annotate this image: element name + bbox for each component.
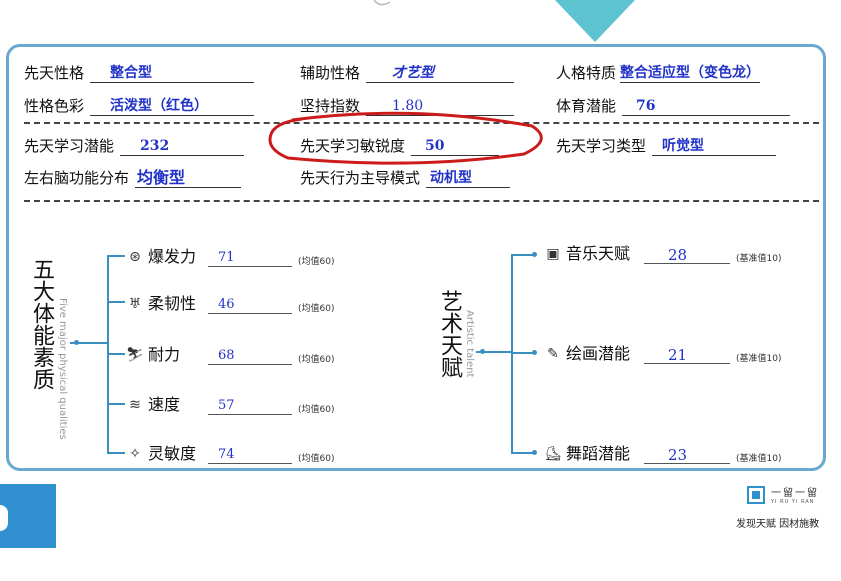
art-item-music: ▣ 音乐天赋 28 (基准值10)	[542, 240, 782, 264]
personality-trait-value: 整合适应型（变色龙）	[620, 65, 761, 83]
physical-item-value: 68	[208, 348, 293, 365]
aux-personality-label: 辅助性格	[300, 64, 361, 82]
brand-slogan: 发现天赋 因材施教	[736, 519, 820, 530]
physical-item-value: 46	[208, 297, 293, 314]
flexibility-icon: ♅	[128, 296, 142, 312]
top-arrow-decoration	[555, 0, 635, 42]
physical-item-note: (均值60)	[298, 454, 335, 464]
personality-color-field: 性格色彩 活泼型（红色）	[24, 90, 255, 116]
physical-item-value: 57	[208, 398, 293, 415]
art-subtitle: Artistic talent	[464, 310, 475, 378]
physical-item-explosive: ⊛ 爆发力 71 (均值60)	[124, 243, 335, 267]
physical-item-name: 耐力	[148, 345, 181, 364]
page-corner-block	[0, 484, 56, 548]
learning-type-field: 先天学习类型 听觉型	[556, 130, 777, 156]
behavior-mode-label: 先天行为主导模式	[300, 169, 421, 187]
paintbrush-icon: ✎	[547, 346, 559, 362]
behavior-mode-field: 先天行为主导模式 动机型	[300, 162, 511, 188]
art-title: 艺术天赋	[437, 290, 462, 378]
agility-icon: ✧	[129, 446, 141, 462]
sports-potential-value: 76	[622, 97, 791, 116]
branch-connector-2	[107, 301, 125, 303]
brain-distribution-value: 均衡型	[135, 169, 242, 188]
art-connector-dot-3	[532, 450, 537, 455]
learning-potential-field: 先天学习潜能 232	[24, 130, 245, 156]
physical-item-note: (均值60)	[298, 257, 335, 267]
art-item-name: 音乐天赋	[566, 244, 631, 263]
sports-potential-field: 体育潜能 76	[556, 90, 791, 116]
physical-item-name: 爆发力	[148, 247, 197, 266]
brand-logo: 一留一留 YI RU YI RAN	[747, 484, 819, 505]
top-curve-decoration	[373, 0, 391, 6]
learning-type-label: 先天学习类型	[556, 137, 647, 155]
art-item-note: (基准值10)	[736, 454, 782, 464]
brand-logo-icon	[747, 485, 765, 504]
sports-potential-label: 体育潜能	[556, 97, 617, 115]
brand-logo-pinyin: YI RU YI RAN	[771, 499, 815, 505]
dance-shoe-icon: ⛸	[544, 446, 562, 462]
physical-item-note: (均值60)	[298, 405, 335, 415]
branch-connector-4	[107, 403, 125, 405]
brand-logo-text: 一留一留	[771, 488, 819, 499]
art-item-note: (基准值10)	[736, 254, 782, 264]
explosive-icon: ⊛	[129, 249, 141, 265]
divider-bottom	[24, 200, 819, 202]
physical-item-name: 灵敏度	[148, 444, 197, 463]
art-connector-dot-2	[532, 350, 537, 355]
art-item-value: 23	[644, 447, 731, 464]
physical-item-name: 柔韧性	[148, 294, 197, 313]
radio-icon: ▣	[546, 246, 560, 262]
art-item-painting: ✎ 绘画潜能 21 (基准值10)	[542, 340, 782, 364]
art-connector-dot-1	[532, 252, 537, 257]
personality-color-value: 活泼型（红色）	[90, 97, 255, 116]
personality-color-label: 性格色彩	[24, 97, 85, 115]
innate-personality-label: 先天性格	[24, 64, 85, 82]
physical-tree-dot	[74, 340, 79, 345]
aux-personality-value: 才艺型	[366, 64, 515, 83]
learning-type-value: 听觉型	[652, 137, 777, 156]
physical-item-note: (均值60)	[298, 355, 335, 365]
page-corner-mark	[0, 505, 8, 531]
learning-potential-label: 先天学习潜能	[24, 137, 115, 155]
physical-item-note: (均值60)	[298, 304, 335, 314]
behavior-mode-value: 动机型	[426, 169, 511, 188]
innate-personality-value: 整合型	[90, 64, 255, 83]
physical-item-name: 速度	[148, 395, 181, 414]
physical-item-flexibility: ♅ 柔韧性 46 (均值60)	[124, 290, 335, 314]
highlight-circle	[268, 111, 543, 165]
speed-icon: ≋	[129, 397, 141, 413]
learning-potential-value: 232	[120, 137, 245, 156]
branch-connector-3	[107, 353, 125, 355]
physical-item-value: 74	[208, 447, 293, 464]
branch-connector-5	[107, 452, 125, 454]
art-item-value: 21	[644, 347, 731, 364]
brain-distribution-field: 左右脑功能分布 均衡型	[24, 162, 242, 188]
physical-title: 五大体能素质	[29, 258, 54, 390]
art-item-note: (基准值10)	[736, 354, 782, 364]
aux-personality-field: 辅助性格 才艺型	[300, 57, 515, 83]
brain-distribution-label: 左右脑功能分布	[24, 169, 130, 187]
personality-trait-label: 人格特质	[556, 64, 617, 82]
art-item-name: 舞蹈潜能	[566, 444, 631, 463]
art-item-dance: ⛸ 舞蹈潜能 23 (基准值10)	[542, 440, 782, 464]
physical-item-endurance: ⛷ 耐力 68 (均值60)	[124, 341, 335, 365]
physical-item-speed: ≋ 速度 57 (均值60)	[124, 391, 335, 415]
personality-trait-field: 人格特质 整合适应型（变色龙）	[556, 57, 761, 83]
art-tree-dot	[480, 349, 485, 354]
physical-item-value: 71	[208, 250, 293, 267]
branch-connector-1	[107, 255, 125, 257]
physical-subtitle: Five major physical qualities	[57, 298, 68, 440]
endurance-icon: ⛷	[126, 347, 144, 363]
art-item-value: 28	[644, 247, 731, 264]
innate-personality-field: 先天性格 整合型	[24, 57, 255, 83]
art-item-name: 绘画潜能	[566, 344, 631, 363]
physical-item-agility: ✧ 灵敏度 74 (均值60)	[124, 440, 335, 464]
